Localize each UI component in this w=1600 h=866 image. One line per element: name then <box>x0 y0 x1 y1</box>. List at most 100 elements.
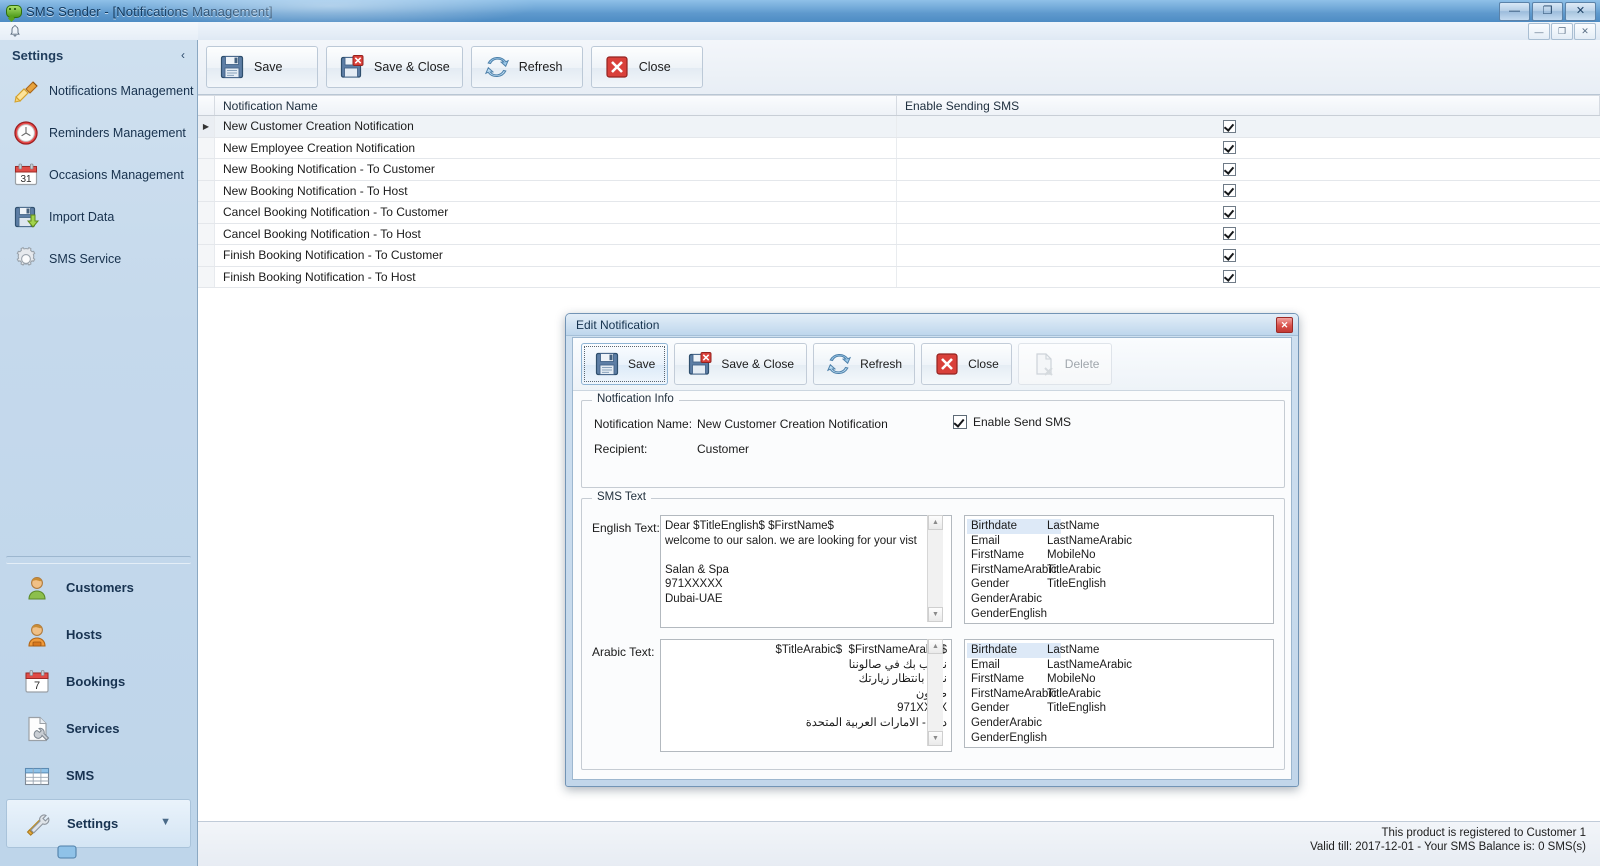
table-row[interactable]: Cancel Booking Notification - To Host <box>198 223 1600 245</box>
dialog-refresh-button[interactable]: Refresh <box>813 343 916 385</box>
sidebar-group-hosts[interactable]: Hosts <box>0 611 197 658</box>
cell-enable-sending-sms[interactable] <box>897 245 1600 266</box>
bell-icon[interactable] <box>8 24 22 38</box>
english-text-input[interactable]: Dear $TitleEnglish$ $FirstName$ welcome … <box>660 515 952 628</box>
table-row[interactable]: New Employee Creation Notification <box>198 137 1600 159</box>
checkbox-checked-icon[interactable] <box>1223 162 1236 176</box>
checkbox-checked-icon[interactable] <box>1223 248 1236 262</box>
row-indicator: ▶ <box>198 116 215 137</box>
list-item[interactable]: LastName <box>1043 519 1136 534</box>
list-item[interactable]: MobileNo <box>1043 672 1136 687</box>
sidebar-group-customers[interactable]: Customers <box>0 564 197 611</box>
sidebar-group-services[interactable]: Services <box>0 705 197 752</box>
mdi-restore-button[interactable]: ❐ <box>1551 23 1573 40</box>
sms-text-group: SMS Text English Text: Dear $TitleEnglis… <box>581 491 1285 770</box>
list-item[interactable]: GenderEnglish <box>967 607 1061 622</box>
mdi-minimize-button[interactable]: — <box>1528 23 1550 40</box>
cell-enable-sending-sms[interactable] <box>897 116 1600 137</box>
dialog-delete-button[interactable]: Delete <box>1017 343 1113 385</box>
sidebar-item-sms-service[interactable]: SMS Service <box>0 238 197 280</box>
sidebar-group-bookings[interactable]: 7 Bookings <box>0 658 197 705</box>
close-button[interactable]: ✕ <box>1565 2 1596 21</box>
list-item[interactable]: GenderArabic <box>967 592 1061 607</box>
minimize-button[interactable]: — <box>1499 2 1530 21</box>
checkbox-checked-icon[interactable] <box>1223 270 1236 284</box>
sms-bubble-footer-icon <box>57 845 77 859</box>
checkbox-checked-icon[interactable] <box>1223 184 1236 198</box>
sidebar-item-notifications-management[interactable]: Notifications Management <box>0 70 197 112</box>
checkbox-checked-icon[interactable] <box>1223 227 1236 241</box>
scroll-up-icon[interactable]: ▲ <box>928 515 943 530</box>
scroll-down-icon[interactable]: ▼ <box>928 607 943 622</box>
scroll-down-icon[interactable]: ▼ <box>928 731 943 746</box>
list-item[interactable]: LastNameArabic <box>1043 658 1136 673</box>
arabic-text-input[interactable]: $TitleArabic$ $FirstNameArabic$ نرحب بك … <box>660 639 952 752</box>
checkbox-checked-icon[interactable] <box>1223 119 1236 133</box>
cell-enable-sending-sms[interactable] <box>897 267 1600 288</box>
dialog-close-toolbar-button[interactable]: Close <box>921 343 1012 385</box>
main-toolbar: Save Save & Close Refresh Close <box>198 40 1600 95</box>
maximize-button[interactable]: ❐ <box>1532 2 1563 21</box>
sidebar-group-label: Hosts <box>66 627 103 642</box>
grid-column-header-enable-sending-sms[interactable]: Enable Sending SMS <box>897 96 1600 115</box>
dialog-toolbar: Save Save & Close Refresh Close Delete <box>573 338 1291 391</box>
checkbox-checked-icon[interactable] <box>1223 205 1236 219</box>
list-item[interactable]: TitleEnglish <box>1043 577 1136 592</box>
dialog-save-button[interactable]: Save <box>581 343 669 385</box>
sidebar-item-occasions-management[interactable]: 31 Occasions Management <box>0 154 197 196</box>
cell-enable-sending-sms[interactable] <box>897 138 1600 159</box>
mdi-close-button[interactable]: ✕ <box>1574 23 1596 40</box>
table-row[interactable]: New Booking Notification - To Customer <box>198 159 1600 181</box>
cell-enable-sending-sms[interactable] <box>897 181 1600 202</box>
arabic-text-scrollbar[interactable]: ▲ ▼ <box>927 639 943 746</box>
close-red-icon <box>936 353 958 375</box>
cell-enable-sending-sms[interactable] <box>897 159 1600 180</box>
cell-enable-sending-sms[interactable] <box>897 224 1600 245</box>
save-button[interactable]: Save <box>206 46 318 88</box>
table-row[interactable]: New Booking Notification - To Host <box>198 180 1600 202</box>
list-item[interactable]: TitleArabic <box>1043 687 1136 702</box>
sidebar: Settings ‹ Notifications Management Remi… <box>0 40 198 866</box>
cell-notification-name: Cancel Booking Notification - To Host <box>215 223 897 244</box>
list-item[interactable]: LastName <box>1043 643 1136 658</box>
close-button[interactable]: Close <box>590 46 703 88</box>
mdi-child-caption: — ❐ ✕ <box>198 22 1600 41</box>
user-orange-icon <box>28 623 46 647</box>
row-indicator <box>198 223 215 244</box>
sidebar-group-sms[interactable]: SMS <box>0 752 197 799</box>
arabic-tokens-listbox[interactable]: Birthdate Email FirstName FirstNameArabic Ge… <box>964 639 1274 748</box>
close-icon: ✕ <box>1575 5 1586 17</box>
floppy-save-icon <box>220 55 244 79</box>
list-item[interactable]: TitleEnglish <box>1043 701 1136 716</box>
minimize-icon: — <box>1509 5 1520 17</box>
list-item[interactable]: LastNameArabic <box>1043 534 1136 549</box>
sidebar-item-reminders-management[interactable]: Reminders Management <box>0 112 197 154</box>
list-item[interactable]: TitleArabic <box>1043 563 1136 578</box>
refresh-button[interactable]: Refresh <box>470 46 583 88</box>
dialog-close-button[interactable]: ✕ <box>1276 317 1293 333</box>
list-item[interactable]: GenderEnglish <box>967 731 1061 746</box>
table-row[interactable]: ▶ New Customer Creation Notification <box>198 116 1600 138</box>
list-item[interactable]: GenderArabic <box>967 716 1061 731</box>
save-and-close-button[interactable]: Save & Close <box>326 46 463 88</box>
sidebar-item-import-data[interactable]: Import Data <box>0 196 197 238</box>
checkbox-checked-icon[interactable] <box>1223 141 1236 155</box>
cell-enable-sending-sms[interactable] <box>897 202 1600 223</box>
dialog-save-and-close-button[interactable]: Save & Close <box>674 343 808 385</box>
english-text-scrollbar[interactable]: ▲ ▼ <box>927 515 943 622</box>
list-item[interactable]: MobileNo <box>1043 548 1136 563</box>
scroll-up-icon[interactable]: ▲ <box>928 639 943 654</box>
chevron-down-icon[interactable]: ▼ <box>160 816 171 828</box>
user-green-icon <box>28 576 46 600</box>
english-tokens-listbox[interactable]: Birthdate Email FirstName FirstNameArabic Ge… <box>964 515 1274 624</box>
table-row[interactable]: Finish Booking Notification - To Host <box>198 266 1600 288</box>
chevron-left-icon[interactable]: ‹ <box>181 48 185 62</box>
table-row[interactable]: Finish Booking Notification - To Custome… <box>198 245 1600 267</box>
grid-column-header-notification-name[interactable]: Notification Name <box>215 96 897 115</box>
table-row[interactable]: Cancel Booking Notification - To Custome… <box>198 202 1600 224</box>
group-caption: Notfication Info <box>592 393 679 405</box>
notification-name-value: New Customer Creation Notification <box>697 417 888 431</box>
cell-notification-name: Finish Booking Notification - To Host <box>215 266 897 287</box>
enable-send-sms-checkbox[interactable]: Enable Send SMS <box>953 415 1071 429</box>
sidebar-item-label: Occasions Management <box>49 168 184 182</box>
